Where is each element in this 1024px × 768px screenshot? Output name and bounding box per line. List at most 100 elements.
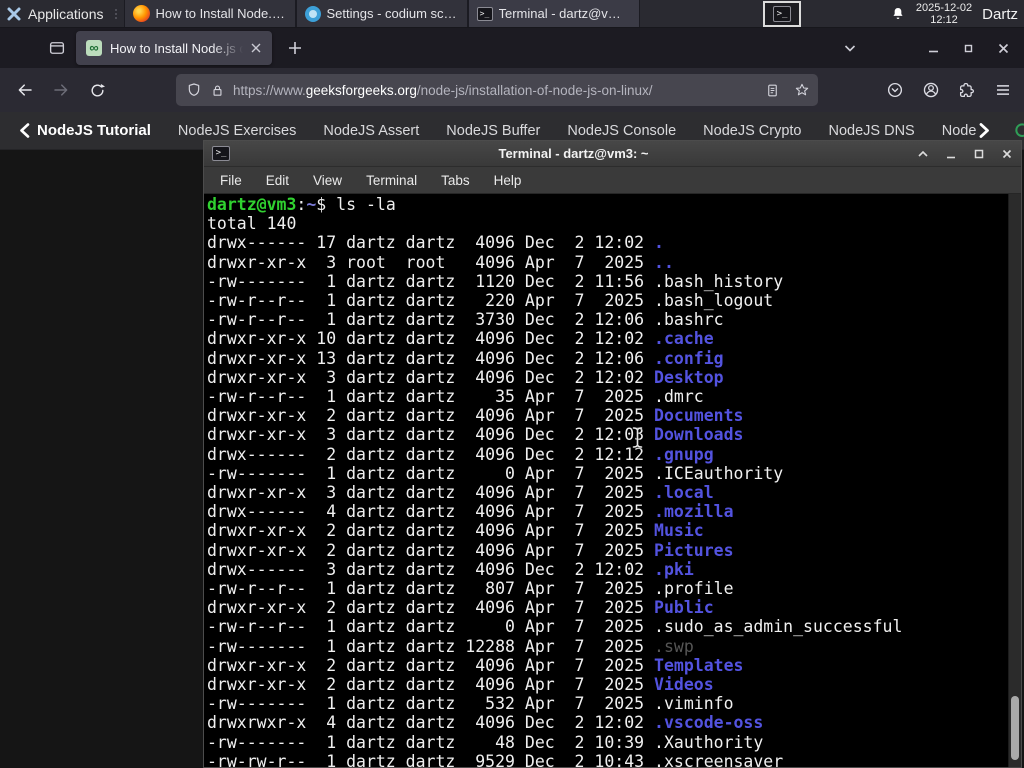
terminal-row: drwxr-xr-x 10 dartz dartz 4096 Dec 2 12:…	[207, 329, 714, 349]
terminal-row: drwxr-xr-x 13 dartz dartz 4096 Dec 2 12:…	[207, 348, 724, 368]
reload-icon[interactable]	[82, 75, 112, 105]
minimize-icon[interactable]	[945, 148, 957, 160]
account-icon[interactable]	[922, 81, 940, 99]
applications-logo-icon	[6, 6, 22, 22]
terminal-row: drwxr-xr-x 3 dartz dartz 4096 Dec 2 12:0…	[207, 425, 744, 445]
shield-icon[interactable]	[186, 82, 202, 98]
terminal-row: -rw------- 1 dartz dartz 12288 Apr 7 202…	[207, 636, 694, 656]
forward-icon[interactable]	[46, 75, 76, 105]
clock-date: 2025-12-02	[915, 2, 973, 14]
shade-icon[interactable]	[917, 148, 929, 160]
nav-item[interactable]: NodeJS Buffer	[446, 123, 540, 139]
terminal-icon: >_	[476, 6, 493, 21]
extensions-puzzle-icon[interactable]	[958, 81, 976, 99]
close-icon[interactable]	[997, 42, 1010, 55]
url-bar[interactable]: https://www.geeksforgeeks.org/node-js/in…	[176, 74, 818, 106]
terminal-title-bar[interactable]: >_ Terminal - dartz@vm3: ~	[204, 141, 1021, 167]
search-icon[interactable]	[1013, 121, 1024, 141]
close-icon[interactable]	[1001, 148, 1013, 160]
notification-bell-icon[interactable]	[890, 6, 906, 22]
firefox-view-icon[interactable]	[42, 33, 72, 63]
terminal-row: -rw-rw-r-- 1 dartz dartz 9529 Dec 2 10:4…	[207, 751, 784, 767]
terminal-row: drwx------ 17 dartz dartz 4096 Dec 2 12:…	[207, 233, 664, 253]
nav-item[interactable]: NodeJS Exercises	[178, 123, 296, 139]
taskbar-item-firefox[interactable]: How to Install Node.js o...	[123, 0, 296, 27]
terminal-row: drwx------ 3 dartz dartz 4096 Dec 2 12:0…	[207, 559, 694, 579]
system-tray: 2025-12-02 12:12 Dartz	[890, 0, 1024, 28]
tray-terminal-launcher[interactable]: >_	[763, 1, 801, 27]
codium-icon	[304, 5, 321, 22]
restore-icon[interactable]	[962, 42, 975, 55]
nav-forward-chevron-icon[interactable]	[978, 123, 991, 138]
url-path: /node-js/installation-of-node-js-on-linu…	[416, 82, 653, 98]
list-all-tabs-icon[interactable]	[843, 41, 857, 55]
terminal-row: drwx------ 2 dartz dartz 4096 Dec 2 12:1…	[207, 444, 714, 464]
pocket-icon[interactable]	[886, 81, 904, 99]
menu-terminal[interactable]: Terminal	[366, 173, 417, 188]
taskbar-item-title: How to Install Node.js o...	[155, 6, 287, 21]
scrollbar-thumb[interactable]	[1011, 696, 1019, 760]
taskbar-item-codium[interactable]: Settings - codium script...	[295, 0, 468, 27]
nav-item[interactable]: NodeJS Console	[567, 123, 676, 139]
menu-hamburger-icon[interactable]	[994, 81, 1012, 99]
terminal-row: drwxr-xr-x 2 dartz dartz 4096 Apr 7 2025…	[207, 540, 734, 560]
desktop: Applications How to Install Node.js o...…	[0, 0, 1024, 768]
terminal-row: drwxr-xr-x 3 root root 4096 Apr 7 2025 .…	[207, 252, 674, 272]
tab-title: How to Install Node.js on	[110, 40, 246, 56]
url-prefix: https://www.	[233, 82, 306, 98]
browser-toolbar: https://www.geeksforgeeks.org/node-js/in…	[0, 68, 1024, 112]
terminal-screen[interactable]: dartz@vm3:~$ ls -la total 140 drwx------…	[204, 194, 1021, 767]
maximize-icon[interactable]	[973, 148, 985, 160]
browser-tab-active[interactable]: ∞ How to Install Node.js on	[76, 31, 272, 65]
new-tab-button[interactable]	[280, 33, 310, 63]
terminal-row: -rw------- 1 dartz dartz 0 Apr 7 2025 .I…	[207, 463, 784, 483]
terminal-icon: >_	[212, 146, 230, 161]
menu-help[interactable]: Help	[494, 173, 522, 188]
menu-edit[interactable]: Edit	[266, 173, 289, 188]
nav-back-chevron-icon[interactable]	[18, 123, 31, 138]
nav-item[interactable]: NodeJS DNS	[829, 123, 915, 139]
bookmark-star-icon[interactable]	[794, 82, 810, 98]
terminal-icon: >_	[773, 6, 791, 22]
tab-close-icon[interactable]	[246, 38, 266, 58]
command-text: ls -la	[336, 195, 396, 214]
terminal-row: drwxr-xr-x 2 dartz dartz 4096 Apr 7 2025…	[207, 406, 744, 426]
nav-item[interactable]: NodeJS Assert	[323, 123, 419, 139]
applications-menu-button[interactable]: Applications	[0, 0, 112, 27]
terminal-scrollbar[interactable]	[1008, 194, 1021, 767]
terminal-prompt-line: dartz@vm3:~$ ls -la	[207, 195, 396, 214]
panel-separator-handle	[112, 0, 120, 27]
terminal-title: Terminal - dartz@vm3: ~	[498, 146, 649, 161]
nav-item-tutorial[interactable]: NodeJS Tutorial	[37, 122, 151, 139]
lock-icon[interactable]	[210, 83, 225, 98]
nav-item[interactable]: NodeJS Crypto	[703, 123, 801, 139]
terminal-row: drwxr-xr-x 3 dartz dartz 4096 Apr 7 2025…	[207, 483, 714, 503]
terminal-row: -rw------- 1 dartz dartz 48 Dec 2 10:39 …	[207, 732, 764, 752]
toolbar-right-icons	[886, 68, 1024, 112]
menu-file[interactable]: File	[220, 173, 242, 188]
prompt-path: ~	[306, 195, 317, 214]
terminal-row: drwxrwxr-x 4 dartz dartz 4096 Dec 2 12:0…	[207, 713, 764, 733]
taskbar-item-terminal[interactable]: >_ Terminal - dartz@vm3: ~	[467, 0, 640, 27]
minimize-icon[interactable]	[927, 42, 940, 55]
menu-tabs[interactable]: Tabs	[441, 173, 470, 188]
panel-clock[interactable]: 2025-12-02 12:12	[916, 2, 972, 26]
nav-item-partial[interactable]: Node	[942, 123, 977, 139]
firefox-icon	[132, 5, 150, 22]
terminal-row: -rw-r--r-- 1 dartz dartz 0 Apr 7 2025 .s…	[207, 617, 903, 637]
terminal-row: -rw------- 1 dartz dartz 1120 Dec 2 11:5…	[207, 271, 784, 291]
prompt-user: dartz@vm3	[207, 195, 297, 214]
taskbar: How to Install Node.js o... Settings - c…	[123, 0, 640, 27]
terminal-row: drwxr-xr-x 3 dartz dartz 4096 Dec 2 12:0…	[207, 367, 724, 387]
terminal-window: >_ Terminal - dartz@vm3: ~ File Edit Vie…	[203, 140, 1022, 768]
top-panel: Applications How to Install Node.js o...…	[0, 0, 1024, 28]
url-domain: geeksforgeeks.org	[305, 82, 417, 98]
taskbar-item-title: Terminal - dartz@vm3: ~	[498, 6, 631, 21]
menu-view[interactable]: View	[313, 173, 342, 188]
terminal-row: -rw-r--r-- 1 dartz dartz 807 Apr 7 2025 …	[207, 579, 734, 599]
reader-mode-icon[interactable]	[765, 83, 780, 98]
terminal-row: -rw------- 1 dartz dartz 532 Apr 7 2025 …	[207, 694, 734, 714]
back-icon[interactable]	[10, 75, 40, 105]
taskbar-item-title: Settings - codium script...	[326, 6, 459, 21]
user-menu[interactable]: Dartz	[982, 6, 1018, 23]
